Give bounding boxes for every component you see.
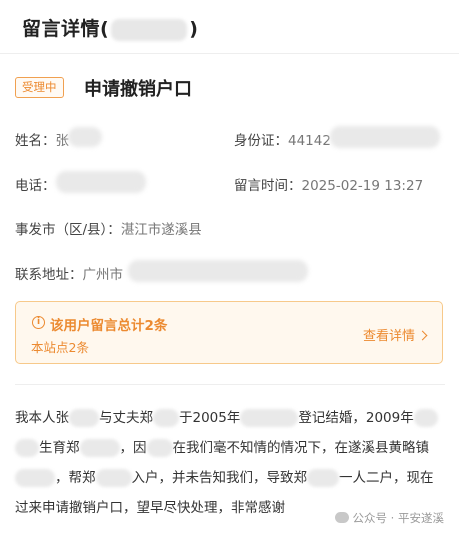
phone-label: 电话： bbox=[15, 178, 56, 194]
id-value: 44142 bbox=[288, 133, 331, 149]
page-title: 留言详情() bbox=[22, 18, 199, 41]
view-details-label: 查看详情 bbox=[362, 329, 415, 344]
phone-field: 电话： bbox=[15, 174, 56, 194]
address-value: 广州市 bbox=[82, 267, 124, 283]
name-field: 姓名：张 bbox=[15, 129, 69, 149]
message-subject: 申请撤销户口 bbox=[84, 79, 192, 100]
masked-id bbox=[111, 18, 188, 41]
masked-id-number bbox=[330, 126, 440, 148]
masked-phone bbox=[56, 171, 146, 193]
region-value: 湛江市遂溪县 bbox=[120, 222, 202, 238]
message-content: 我本人张 与丈夫郑 于2005年 登记结婚，2009年 生育郑 ，因 在我们毫不知情的情况… bbox=[15, 404, 445, 524]
address-field: 联系地址：广州市 bbox=[15, 263, 123, 283]
divider bbox=[15, 384, 445, 385]
name-value: 张 bbox=[55, 133, 70, 149]
info-icon: i bbox=[32, 316, 45, 329]
chevron-right-icon bbox=[417, 330, 428, 341]
summary-title: 该用户留言总计2条 bbox=[50, 318, 168, 334]
time-field: 留言时间：2025-02-19 13:27 bbox=[234, 174, 423, 194]
message-summary-card: i 该用户留言总计2条 本站点2条 查看详情 bbox=[15, 301, 443, 364]
watermark: 公众号 · 平安遂溪 bbox=[334, 510, 444, 526]
page-header: 留言详情() bbox=[0, 0, 459, 54]
content-line: 我本人张 与丈夫郑 于2005年 登记结婚，2009年 bbox=[15, 404, 445, 434]
content-line: 生育郑 ，因 在我们毫不知情的情况下，在遂溪县黄略镇 bbox=[15, 434, 445, 464]
id-field: 身份证：44142 bbox=[234, 129, 331, 149]
wechat-icon bbox=[334, 512, 349, 523]
view-details-link[interactable]: 查看详情 bbox=[362, 325, 428, 344]
masked-name bbox=[68, 127, 102, 147]
address-label: 联系地址： bbox=[15, 267, 83, 283]
region-label: 事发市（区/县）： bbox=[15, 222, 121, 238]
region-field: 事发市（区/县）：湛江市遂溪县 bbox=[15, 218, 202, 238]
summary-subtitle: 本站点2条 bbox=[31, 340, 89, 355]
time-value: 2025-02-19 13:27 bbox=[301, 178, 424, 194]
masked-address bbox=[128, 260, 308, 282]
content-line: ，帮郑 入户，并未告知我们，导致郑 一人二户，现在 bbox=[15, 464, 445, 494]
id-label: 身份证： bbox=[234, 133, 288, 149]
status-badge: 受理中 bbox=[15, 77, 64, 98]
name-label: 姓名： bbox=[15, 133, 56, 149]
time-label: 留言时间： bbox=[234, 178, 302, 194]
